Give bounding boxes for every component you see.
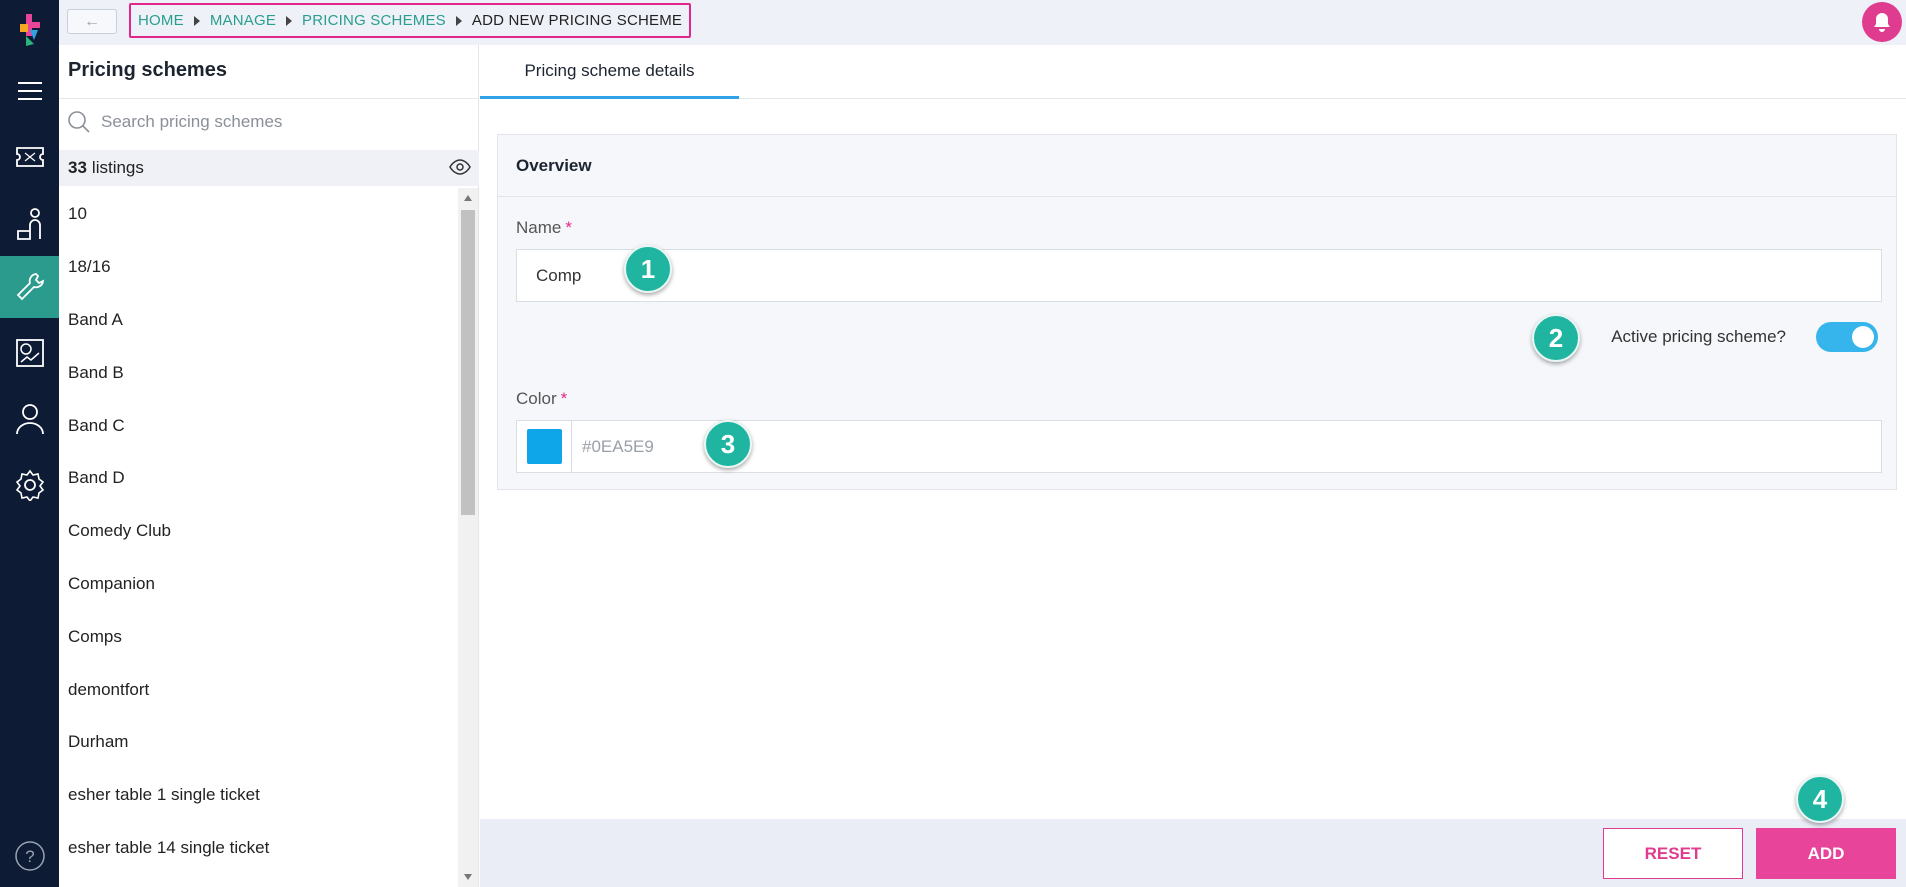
step-badge-3: 3 [704,420,752,468]
customers-icon[interactable] [0,193,59,255]
toggle-knob [1852,326,1874,348]
list-item[interactable]: Band B [59,346,458,399]
arrow-left-icon: ← [84,12,100,30]
search-icon [68,110,90,133]
list-item[interactable]: 18/16 [59,241,458,294]
breadcrumb-separator-icon [193,15,200,26]
gear-icon[interactable] [0,454,59,516]
step-badge-2: 2 [1532,314,1580,362]
name-label: Name * [516,218,572,237]
overview-heading: Overview [498,135,1896,197]
pricing-schemes-panel: Pricing schemes 33 listings 10 18/16 Ban… [59,45,479,887]
color-swatch-button[interactable] [517,421,572,472]
list-item[interactable]: esher table 14 single ticket [59,822,458,875]
pricing-scheme-list: 10 18/16 Band A Band B Band C Band D Com… [59,188,458,887]
list-item[interactable]: demontfort [59,663,458,716]
eye-icon[interactable] [449,159,471,175]
listings-count: 33 [68,158,87,177]
breadcrumb-pricing-schemes[interactable]: PRICING SCHEMES [302,12,446,29]
breadcrumb-home[interactable]: HOME [138,12,184,29]
back-button[interactable]: ← [67,9,117,34]
active-toggle-label: Active pricing scheme? [1611,327,1786,346]
tab-pricing-scheme-details[interactable]: Pricing scheme details [480,45,739,99]
search-bar [59,98,479,144]
active-toggle[interactable] [1816,322,1878,352]
color-swatch [526,429,562,464]
color-label: Color * [516,389,568,408]
color-input[interactable] [580,421,980,472]
list-item[interactable]: Durham [59,716,458,769]
user-icon[interactable] [0,388,59,450]
menu-icon[interactable] [0,60,59,122]
list-item[interactable]: esher table 1 single ticket [59,769,458,822]
panel-title: Pricing schemes [68,59,227,81]
app-logo[interactable] [12,10,46,50]
active-toggle-row: Active pricing scheme? [1611,319,1878,355]
listings-label: listings [91,158,144,177]
name-field[interactable] [516,249,1882,302]
svg-text:?: ? [25,847,34,866]
nav-rail: ? [0,0,59,887]
bell-icon [1874,13,1890,32]
breadcrumb: HOME MANAGE PRICING SCHEMES ADD NEW PRIC… [129,3,692,38]
list-item[interactable]: Companion [59,558,458,611]
help-icon[interactable]: ? [0,825,59,887]
step-badge-4: 4 [1796,775,1844,823]
scroll-up-icon[interactable] [464,195,472,201]
list-item[interactable]: 10 [59,188,458,241]
breadcrumb-manage[interactable]: MANAGE [210,12,276,29]
top-bar: ← HOME MANAGE PRICING SCHEMES ADD NEW PR… [59,0,1906,45]
list-item[interactable]: Comedy Club [59,505,458,558]
listings-count-bar: 33 listings [59,150,479,186]
action-footer: RESET ADD [480,819,1906,887]
add-button[interactable]: ADD [1756,828,1896,879]
wrench-icon[interactable] [0,256,59,318]
search-input[interactable] [99,110,459,133]
list-item[interactable]: Band D [59,452,458,505]
list-scrollbar[interactable] [458,188,478,887]
scroll-down-icon[interactable] [464,874,472,880]
step-badge-1: 1 [624,245,672,293]
scrollbar-thumb[interactable] [461,210,475,515]
reports-icon[interactable] [0,322,59,384]
breadcrumb-separator-icon [455,15,462,26]
tab-bar: Pricing scheme details [480,45,1906,99]
reset-button[interactable]: RESET [1603,828,1743,879]
notifications-button[interactable] [1862,2,1902,42]
list-item[interactable]: Comps [59,610,458,663]
details-content: Overview Name* Active pricing scheme? Co… [480,99,1906,819]
breadcrumb-separator-icon [286,15,293,26]
breadcrumb-current: ADD NEW PRICING SCHEME [471,12,683,29]
list-item[interactable]: Band C [59,399,458,452]
list-item[interactable]: Band A [59,294,458,347]
ticket-icon[interactable] [0,126,59,188]
main-area: Pricing scheme details Overview Name* Ac… [480,45,1906,887]
